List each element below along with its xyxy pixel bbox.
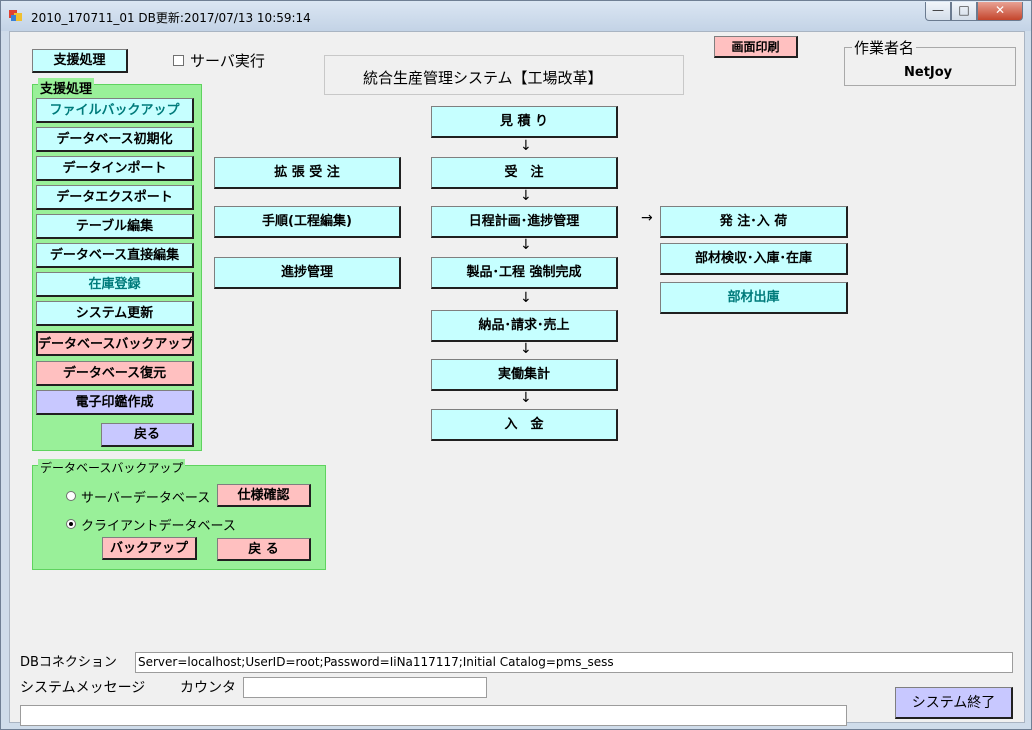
maximize-button[interactable]: □ [951, 2, 977, 21]
file-backup-button[interactable]: ファイルバックアップ [36, 98, 194, 123]
support-button[interactable]: 支援処理 [32, 49, 128, 73]
app-icon [9, 10, 22, 21]
db-backup-button[interactable]: データベースバックアップ [36, 331, 194, 356]
worker-label: 作業者名 [852, 37, 917, 58]
db-init-button[interactable]: データベース初期化 [36, 127, 194, 152]
client-db-label: クライアントデータベース [81, 519, 236, 534]
client-db-radio[interactable] [66, 519, 76, 529]
table-edit-button[interactable]: テーブル編集 [36, 214, 194, 239]
flow-arrow-down-icon: ↓ [520, 237, 532, 253]
procedure-edit-button[interactable]: 手順(工程編集) [214, 206, 401, 238]
system-title: 統合生産管理システム【工場改革】 [363, 69, 603, 87]
support-back-button[interactable]: 戻る [101, 423, 194, 447]
db-connection-label: DBコネクション [20, 655, 117, 670]
worker-name: NetJoy [904, 65, 953, 80]
e-seal-create-button[interactable]: 電子印鑑作成 [36, 390, 194, 415]
backup-group-label: データベースバックアップ [38, 459, 186, 476]
print-screen-button[interactable]: 画面印刷 [714, 36, 798, 58]
server-db-label: サーバーデータベース [81, 491, 211, 506]
db-direct-edit-button[interactable]: データベース直接編集 [36, 243, 194, 268]
work-tally-button[interactable]: 実働集計 [431, 359, 618, 391]
flow-arrow-down-icon: ↓ [520, 290, 532, 306]
app-window: 2010_170711_01 DB更新:2017/07/13 10:59:14 … [0, 0, 1032, 730]
system-message-label: システムメッセージ [20, 680, 146, 696]
system-message-field[interactable] [20, 705, 847, 726]
flow-arrow-down-icon: ↓ [520, 188, 532, 204]
flow-arrow-down-icon: ↓ [520, 390, 532, 406]
system-exit-button[interactable]: システム終了 [895, 687, 1013, 719]
server-exec-checkbox[interactable] [173, 55, 184, 66]
extended-order-button[interactable]: 拡 張 受 注 [214, 157, 401, 189]
db-restore-button[interactable]: データベース復元 [36, 361, 194, 386]
system-update-button[interactable]: システム更新 [36, 301, 194, 326]
title-bar[interactable]: 2010_170711_01 DB更新:2017/07/13 10:59:14 … [1, 1, 1031, 31]
material-inspection-button[interactable]: 部材検収･入庫･在庫 [660, 243, 848, 275]
db-connection-field[interactable]: Server=localhost;UserID=root;Password=Ii… [135, 652, 1013, 673]
close-button[interactable]: ✕ [977, 2, 1023, 21]
backup-button[interactable]: バックアップ [102, 537, 197, 560]
material-issue-button[interactable]: 部材出庫 [660, 282, 848, 314]
counter-label: カウンタ [180, 680, 236, 696]
progress-manage-button[interactable]: 進捗管理 [214, 257, 401, 289]
flow-arrow-right-icon: → [641, 210, 653, 226]
flow-arrow-down-icon: ↓ [520, 138, 532, 154]
support-group-label: 支援処理 [38, 78, 95, 97]
schedule-progress-button[interactable]: 日程計画･進捗管理 [431, 206, 618, 238]
counter-field[interactable] [243, 677, 487, 698]
payment-button[interactable]: 入 金 [431, 409, 618, 441]
spec-confirm-button[interactable]: 仕様確認 [217, 484, 311, 507]
delivery-billing-button[interactable]: 納品･請求･売上 [431, 310, 618, 342]
product-force-complete-button[interactable]: 製品･工程 強制完成 [431, 257, 618, 289]
data-export-button[interactable]: データエクスポート [36, 185, 194, 210]
purchase-receive-button[interactable]: 発 注･入 荷 [660, 206, 848, 238]
server-exec-label: サーバ実行 [190, 52, 265, 70]
system-title-box: 統合生産管理システム【工場改革】 [324, 55, 684, 95]
order-receive-button[interactable]: 受 注 [431, 157, 618, 189]
window-title: 2010_170711_01 DB更新:2017/07/13 10:59:14 [31, 11, 311, 25]
stock-register-button[interactable]: 在庫登録 [36, 272, 194, 297]
flow-arrow-down-icon: ↓ [520, 341, 532, 357]
minimize-button[interactable]: — [925, 2, 951, 21]
main-form: 支援処理 サーバ実行 統合生産管理システム【工場改革】 画面印刷 作業者名 Ne… [9, 31, 1025, 726]
server-db-radio[interactable] [66, 491, 76, 501]
data-import-button[interactable]: データインポート [36, 156, 194, 181]
backup-back-button[interactable]: 戻 る [217, 538, 311, 561]
estimate-button[interactable]: 見 積 り [431, 106, 618, 138]
